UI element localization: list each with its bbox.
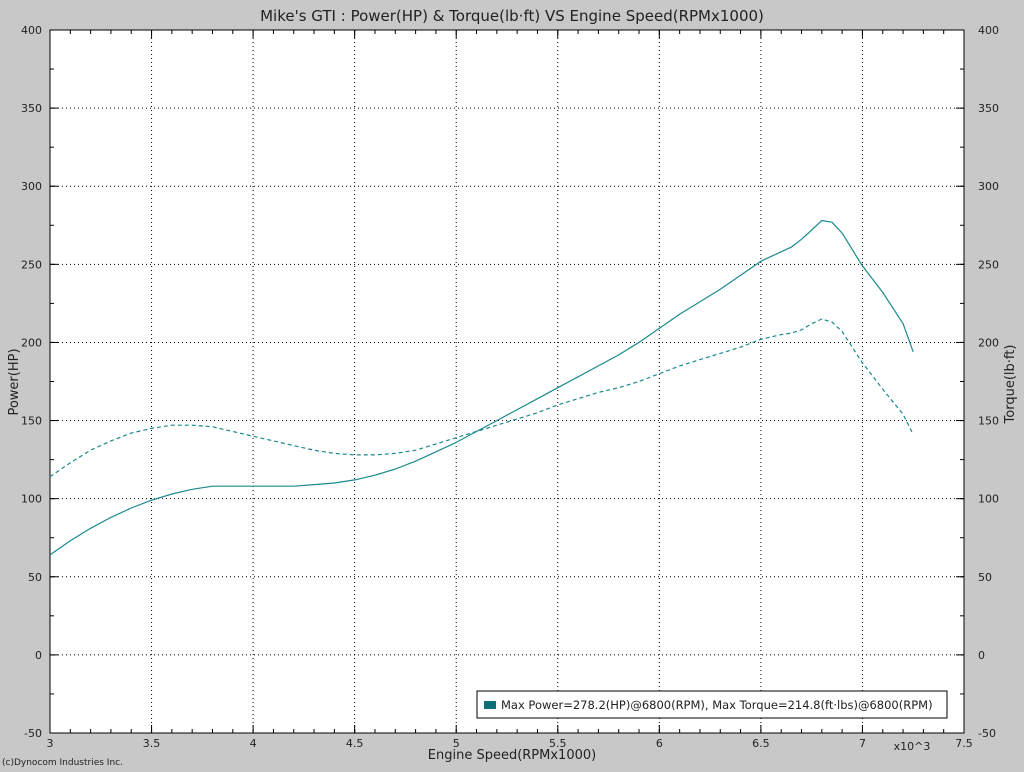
y2-tick-label: 300 [978,180,999,193]
legend: Max Power=278.2(HP)@6800(RPM), Max Torqu… [476,690,948,719]
x-tick-label: 7.5 [955,737,973,750]
plot-area [49,29,965,734]
y-tick-label: 250 [21,258,42,271]
y2-tick-label: 250 [978,258,999,271]
y-tick-label: 100 [21,493,42,506]
legend-swatch [484,701,496,709]
y-tick-label: 200 [21,336,42,349]
y2-tick-label: 50 [978,571,992,584]
y2-tick-label: 400 [978,24,999,37]
x-tick-label: 6.5 [752,737,770,750]
legend-text: Max Power=278.2(HP)@6800(RPM), Max Torqu… [501,698,933,712]
y2-tick-label: 150 [978,415,999,428]
y2-tick-label: 350 [978,102,999,115]
x-tick-label: 7 [859,737,866,750]
y2-axis-label: Torque(lb·ft) [1003,345,1018,425]
y-tick-label: 400 [21,24,42,37]
x-tick-label: 3.5 [143,737,161,750]
y-tick-label: 350 [21,102,42,115]
x-axis-label: Engine Speed(RPMx1000) [428,748,596,763]
y-tick-label: -50 [24,727,42,740]
y-tick-label: 150 [21,415,42,428]
credit-text: (c)Dynocom Industries Inc. [2,758,123,768]
y2-tick-label: 200 [978,336,999,349]
x-tick-label: 3 [47,737,54,750]
dyno-chart: 3 3.5 4 4.5 5 5.5 6 6.5 7 7.5 -50 -50 0 0 50 50 100 100 15… [0,0,1024,768]
y2-tick-label: -50 [978,727,996,740]
y2-tick-label: 0 [978,649,985,662]
y-axis-label: Power(HP) [7,348,22,415]
y-tick-label: 300 [21,180,42,193]
x-tick-label: 4.5 [346,737,364,750]
x-tick-label: 6 [656,737,663,750]
chart-canvas: 3 3.5 4 4.5 5 5.5 6 6.5 7 7.5-50 -500 050 50100 10015… [0,0,1024,768]
x-tick-label: 4 [250,737,257,750]
chart-title: Mike's GTI : Power(HP) & Torque(lb·ft) V… [260,7,764,25]
x-multiplier-label: x10^3 [894,740,931,753]
y-tick-label: 50 [28,571,42,584]
y2-tick-label: 100 [978,493,999,506]
y-tick-label: 0 [35,649,42,662]
